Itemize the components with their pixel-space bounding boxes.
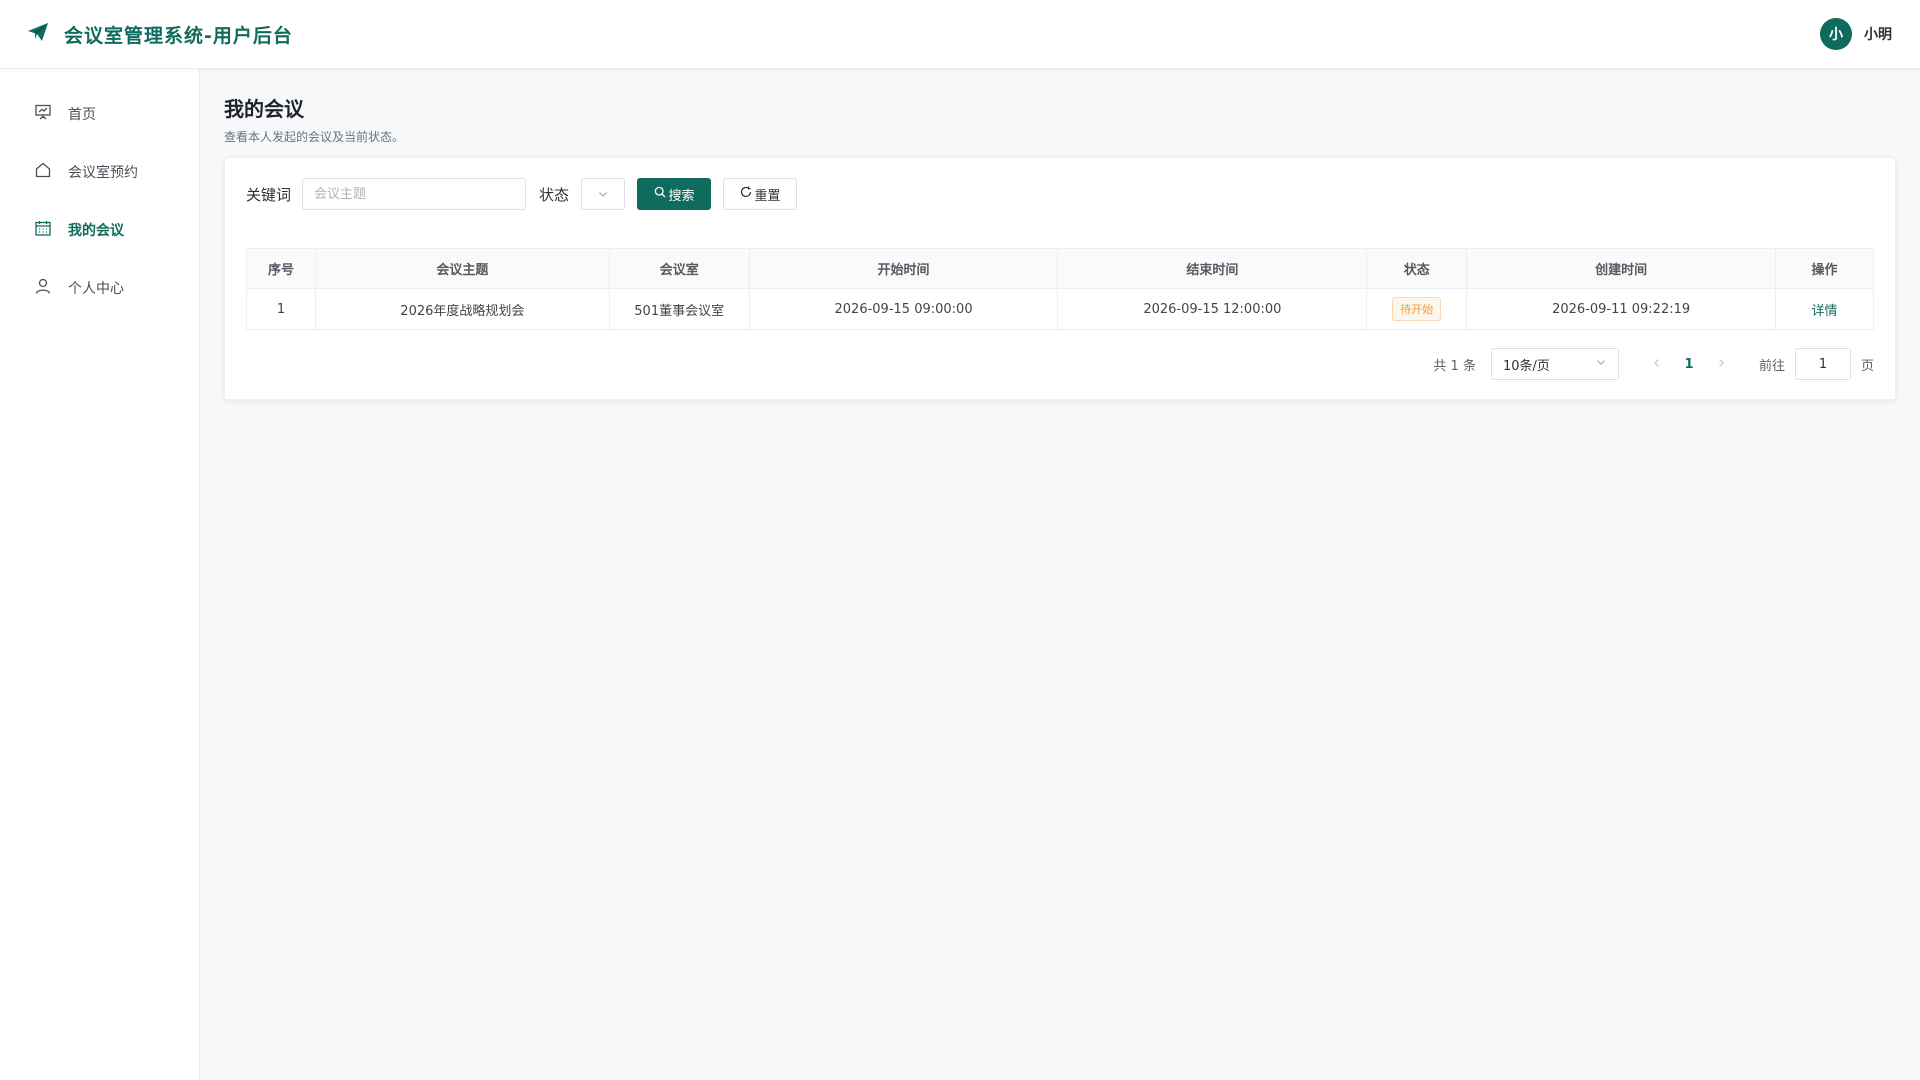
sidebar-item-label: 我的会议 (68, 223, 124, 239)
column-header: 结束时间 (1057, 248, 1368, 289)
avatar[interactable]: 小 (1820, 18, 1852, 50)
page-number[interactable]: 1 (1673, 357, 1705, 372)
cell-created-time: 2026-09-11 09:22:19 (1466, 288, 1777, 330)
detail-link[interactable]: 详情 (1812, 304, 1838, 319)
pagination: 共 1 条 10条/页 1 前往 页 (246, 348, 1874, 380)
page-description: 查看本人发起的会议及当前状态。 (224, 130, 405, 144)
refresh-icon (740, 186, 752, 202)
username[interactable]: 小明 (1864, 24, 1892, 44)
sidebar-item-label: 会议室预约 (68, 165, 138, 181)
next-page-button[interactable] (1705, 356, 1737, 372)
goto-page-input[interactable] (1794, 348, 1851, 380)
column-header: 序号 (246, 248, 316, 289)
search-button-label: 搜索 (668, 188, 695, 204)
page-size-select[interactable]: 10条/页 (1490, 348, 1619, 380)
cell-room: 501董事会议室 (608, 288, 750, 330)
cell-end-time: 2026-09-15 12:00:00 (1057, 288, 1368, 330)
sidebar-item-label: 个人中心 (68, 281, 124, 297)
prev-page-button[interactable] (1641, 356, 1673, 372)
meetings-table: 序号 会议主题 会议室 开始时间 结束时间 状态 创建时间 操作 1 2026年… (246, 248, 1874, 330)
status-badge: 待开始 (1392, 297, 1442, 321)
table-header-row: 序号 会议主题 会议室 开始时间 结束时间 状态 创建时间 操作 (246, 248, 1874, 289)
status-select[interactable] (581, 178, 626, 210)
filter-bar: 关键词 状态 搜索 重置 (246, 178, 1874, 210)
chevron-down-icon (1595, 356, 1607, 372)
top-header: 会议室管理系统-用户后台 小 小明 (0, 0, 1920, 69)
keyword-label: 关键词 (246, 185, 292, 204)
column-header: 会议主题 (314, 248, 610, 289)
presentation-board-icon (34, 103, 52, 125)
table-row: 1 2026年度战略规划会 501董事会议室 2026-09-15 09:00:… (246, 288, 1874, 330)
sidebar: 首页 会议室预约 我的会议 个人中心 (0, 69, 200, 1080)
page-title: 我的会议 (224, 97, 304, 121)
search-icon (654, 186, 666, 202)
sidebar-item-room-booking[interactable]: 会议室预约 (0, 143, 199, 201)
sidebar-item-my-meetings[interactable]: 我的会议 (0, 201, 199, 259)
paper-plane-icon (26, 20, 50, 48)
search-button[interactable]: 搜索 (637, 178, 712, 210)
reset-button[interactable]: 重置 (723, 178, 798, 210)
pagination-total: 共 1 条 (1433, 358, 1476, 374)
sidebar-item-home[interactable]: 首页 (0, 85, 199, 143)
meetings-card: 关键词 状态 搜索 重置 (224, 157, 1896, 400)
column-header: 状态 (1366, 248, 1468, 289)
cell-start-time: 2026-09-15 09:00:00 (748, 288, 1059, 330)
user-menu[interactable]: 小 小明 (1820, 18, 1892, 50)
home-icon (34, 161, 52, 183)
cell-status: 待开始 (1366, 288, 1468, 330)
app-title: 会议室管理系统-用户后台 (64, 24, 293, 47)
main-content: 我的会议 查看本人发起的会议及当前状态。 关键词 状态 搜索 重 (224, 69, 1896, 400)
page-size-value: 10条/页 (1502, 358, 1550, 374)
brand[interactable]: 会议室管理系统-用户后台 (26, 20, 293, 48)
column-header: 会议室 (608, 248, 750, 289)
reset-button-label: 重置 (754, 188, 781, 204)
column-header: 创建时间 (1466, 248, 1777, 289)
sidebar-item-label: 首页 (68, 107, 96, 123)
cell-action: 详情 (1775, 288, 1874, 330)
keyword-input[interactable] (302, 178, 527, 210)
column-header: 操作 (1775, 248, 1874, 289)
calendar-icon (34, 219, 52, 241)
page-unit-label: 页 (1860, 358, 1874, 374)
column-header: 开始时间 (748, 248, 1059, 289)
chevron-down-icon (597, 185, 609, 204)
sidebar-item-profile[interactable]: 个人中心 (0, 259, 199, 317)
goto-label: 前往 (1758, 358, 1785, 374)
user-icon (34, 277, 52, 299)
cell-subject: 2026年度战略规划会 (314, 288, 610, 330)
status-label: 状态 (539, 185, 570, 204)
cell-index: 1 (246, 288, 316, 330)
